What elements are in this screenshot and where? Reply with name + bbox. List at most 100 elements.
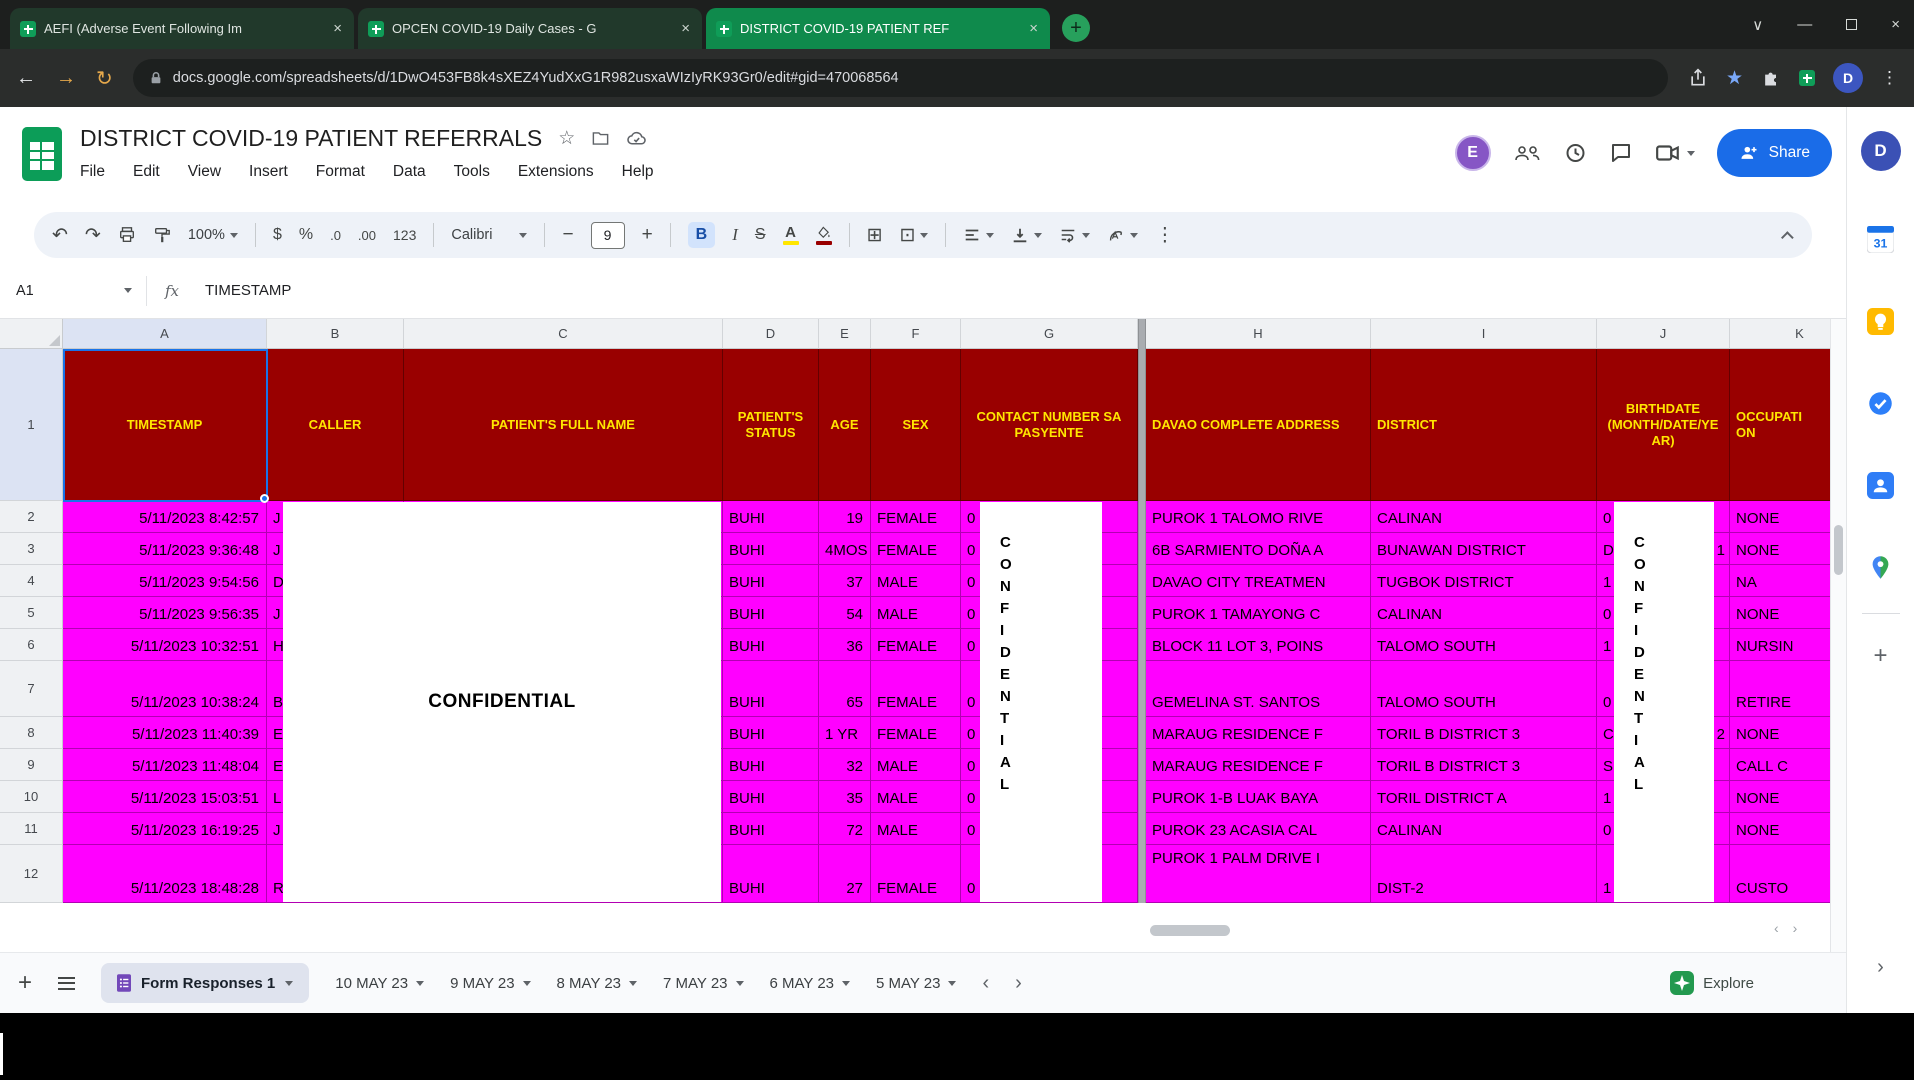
cell-C1[interactable]: PATIENT'S FULL NAME — [404, 349, 723, 501]
cell-F11[interactable]: MALE — [871, 813, 961, 845]
col-head-C[interactable]: C — [404, 319, 723, 349]
cell-A2[interactable]: 5/11/2023 8:42:57 — [63, 501, 267, 533]
cell-H8[interactable]: MARAUG RESIDENCE F — [1146, 717, 1371, 749]
maximize-icon[interactable] — [1846, 19, 1858, 30]
cell-D7[interactable]: BUHI — [723, 661, 819, 717]
fill-color-button[interactable] — [815, 226, 832, 245]
cell-D9[interactable]: BUHI — [723, 749, 819, 781]
sheets-extension-icon[interactable] — [1799, 70, 1815, 86]
close-tab-icon[interactable]: × — [1027, 20, 1040, 37]
cell-F12[interactable]: FEMALE — [871, 845, 961, 903]
cell-D2[interactable]: BUHI — [723, 501, 819, 533]
merge-cells-button[interactable]: ⊡ — [900, 224, 929, 247]
menu-tools[interactable]: Tools — [454, 163, 490, 181]
cell-F7[interactable]: FEMALE — [871, 661, 961, 717]
text-wrap-button[interactable] — [1059, 226, 1091, 244]
cell-E11[interactable]: 72 — [819, 813, 871, 845]
browser-profile-avatar[interactable]: D — [1833, 63, 1863, 93]
cell-K9[interactable]: CALL C — [1730, 749, 1830, 781]
cell-H11[interactable]: PUROK 23 ACASIA CAL — [1146, 813, 1371, 845]
cell-A10[interactable]: 5/11/2023 15:03:51 — [63, 781, 267, 813]
vertical-scrollbar[interactable] — [1830, 319, 1846, 952]
cell-K8[interactable]: NONE — [1730, 717, 1830, 749]
collapse-panel-icon[interactable]: › — [1877, 956, 1884, 979]
cell-K10[interactable]: NONE — [1730, 781, 1830, 813]
paint-format-button[interactable] — [153, 226, 171, 244]
menu-extensions[interactable]: Extensions — [518, 163, 594, 181]
cell-E3[interactable]: 4MOS — [819, 533, 871, 565]
move-folder-icon[interactable] — [591, 129, 610, 148]
menu-edit[interactable]: Edit — [133, 163, 160, 181]
cell-F2[interactable]: FEMALE — [871, 501, 961, 533]
browser-menu-icon[interactable]: ⋮ — [1881, 68, 1898, 88]
back-icon[interactable]: ← — [16, 67, 36, 90]
row-num-12[interactable]: 12 — [0, 845, 63, 903]
font-size-input[interactable]: 9 — [590, 221, 625, 249]
menu-insert[interactable]: Insert — [249, 163, 288, 181]
font-select[interactable]: Calibri — [451, 227, 528, 243]
cell-F10[interactable]: MALE — [871, 781, 961, 813]
cell-E6[interactable]: 36 — [819, 629, 871, 661]
col-head-J[interactable]: J — [1597, 319, 1730, 349]
reload-icon[interactable]: ↻ — [96, 66, 113, 91]
cell-I7[interactable]: TALOMO SOUTH — [1371, 661, 1597, 717]
cell-F6[interactable]: FEMALE — [871, 629, 961, 661]
name-box[interactable]: A1 — [16, 283, 146, 299]
calendar-icon[interactable]: 31 — [1867, 225, 1895, 253]
menu-help[interactable]: Help — [622, 163, 654, 181]
cell-G1[interactable]: CONTACT NUMBER SA PASYENTE — [961, 349, 1138, 501]
cell-I11[interactable]: CALINAN — [1371, 813, 1597, 845]
cell-D10[interactable]: BUHI — [723, 781, 819, 813]
cell-A9[interactable]: 5/11/2023 11:48:04 — [63, 749, 267, 781]
menu-view[interactable]: View — [188, 163, 221, 181]
cell-E12[interactable]: 27 — [819, 845, 871, 903]
account-avatar[interactable]: D — [1860, 131, 1901, 171]
cell-F3[interactable]: FEMALE — [871, 533, 961, 565]
cell-F9[interactable]: MALE — [871, 749, 961, 781]
strikethrough-button[interactable]: S — [755, 226, 766, 244]
selection-fill-handle[interactable] — [260, 494, 269, 503]
cell-E2[interactable]: 19 — [819, 501, 871, 533]
bookmark-star-icon[interactable]: ★ — [1726, 67, 1743, 90]
add-sheet-button[interactable]: + — [18, 969, 32, 997]
cell-I12[interactable]: DIST-2 — [1371, 845, 1597, 903]
increase-font-size-button[interactable]: + — [642, 224, 653, 246]
new-tab-button[interactable]: + — [1062, 14, 1090, 42]
row-num-5[interactable]: 5 — [0, 597, 63, 629]
cell-F8[interactable]: FEMALE — [871, 717, 961, 749]
decrease-font-size-button[interactable]: − — [562, 224, 573, 246]
text-rotate-button[interactable] — [1107, 226, 1139, 244]
close-window-icon[interactable]: × — [1891, 16, 1900, 33]
cell-D6[interactable]: BUHI — [723, 629, 819, 661]
sheet-tab-5[interactable]: 6 MAY 23 — [770, 975, 850, 992]
contacts-icon[interactable] — [1867, 471, 1895, 499]
maps-icon[interactable] — [1867, 553, 1895, 581]
cell-H4[interactable]: DAVAO CITY TREATMEN — [1146, 565, 1371, 597]
cell-E8[interactable]: 1 YR — [819, 717, 871, 749]
vertical-align-button[interactable] — [1011, 226, 1043, 244]
keep-icon[interactable] — [1867, 307, 1895, 335]
share-page-icon[interactable] — [1688, 68, 1708, 88]
cell-B1[interactable]: CALLER — [267, 349, 404, 501]
cell-A3[interactable]: 5/11/2023 9:36:48 — [63, 533, 267, 565]
cell-H9[interactable]: MARAUG RESIDENCE F — [1146, 749, 1371, 781]
forward-icon[interactable]: → — [56, 67, 76, 90]
document-title[interactable]: DISTRICT COVID-19 PATIENT REFERRALS — [80, 125, 542, 152]
horizontal-scroll-arrows[interactable]: ‹› — [1774, 920, 1811, 936]
print-button[interactable] — [118, 226, 136, 244]
version-history-icon[interactable] — [1563, 141, 1587, 165]
row-num-11[interactable]: 11 — [0, 813, 63, 845]
add-addon-icon[interactable]: + — [1873, 642, 1887, 670]
cell-E1[interactable]: AGE — [819, 349, 871, 501]
cell-I6[interactable]: TALOMO SOUTH — [1371, 629, 1597, 661]
sheet-tab-active[interactable]: Form Responses 1 — [101, 963, 310, 1003]
cell-K2[interactable]: NONE — [1730, 501, 1830, 533]
cell-E9[interactable]: 32 — [819, 749, 871, 781]
cell-K3[interactable]: NONE — [1730, 533, 1830, 565]
cell-H7[interactable]: GEMELINA ST. SANTOS — [1146, 661, 1371, 717]
cell-I2[interactable]: CALINAN — [1371, 501, 1597, 533]
extensions-puzzle-icon[interactable] — [1761, 68, 1781, 88]
increase-decimal-button[interactable]: .00 — [358, 228, 376, 243]
tab-search-icon[interactable]: ∨ — [1752, 16, 1763, 34]
cell-A5[interactable]: 5/11/2023 9:56:35 — [63, 597, 267, 629]
